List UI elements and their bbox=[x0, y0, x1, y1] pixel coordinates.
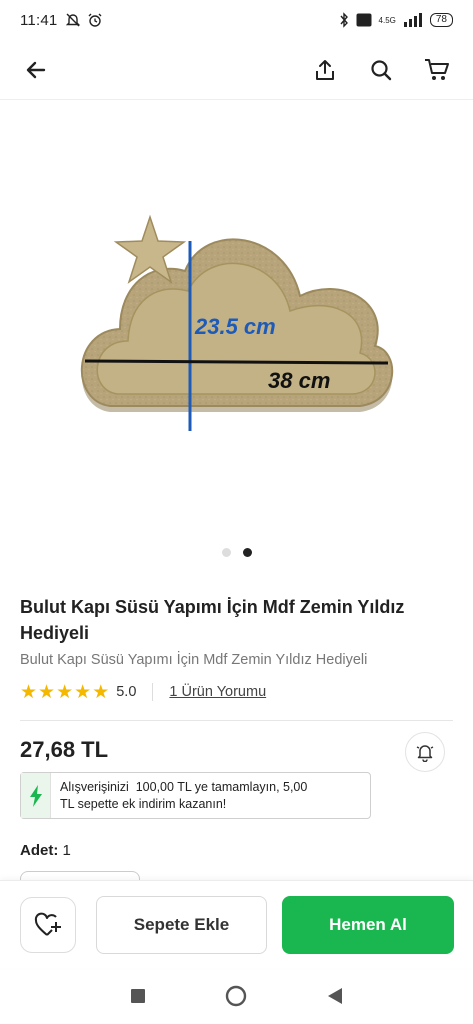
share-button[interactable] bbox=[309, 54, 341, 86]
dimension-height-label: 23.5 cm bbox=[194, 314, 276, 339]
add-to-favorites-button[interactable] bbox=[20, 897, 76, 953]
product-image: 23.5 cm 38 cm bbox=[80, 214, 394, 431]
cart-icon bbox=[425, 58, 449, 80]
rating-score: 5.0 bbox=[116, 684, 137, 700]
product-price: 27,68 TL bbox=[20, 737, 109, 762]
star-icon: ★ bbox=[92, 681, 110, 703]
lightning-icon bbox=[21, 773, 51, 818]
product-image-gallery[interactable]: 23.5 cm 38 cm bbox=[0, 101, 473, 571]
battery-indicator: 78 bbox=[429, 13, 453, 27]
quantity-title: Adet: bbox=[20, 842, 59, 859]
app-bar bbox=[0, 40, 473, 100]
rating-row: ★ ★ ★ ★ ★ 5.0 1 Ürün Yorumu bbox=[20, 681, 266, 703]
promo-line-1: Alışverişinizi 100,00 TL ye tamamlayın, … bbox=[60, 779, 308, 794]
cart-button[interactable] bbox=[421, 54, 453, 86]
gallery-dot-active[interactable] bbox=[242, 548, 252, 557]
mute-bell-icon bbox=[66, 13, 81, 27]
bluetooth-icon bbox=[339, 12, 348, 28]
signal-icon bbox=[403, 13, 422, 27]
recents-icon[interactable] bbox=[130, 988, 146, 1004]
arrow-left-icon bbox=[26, 61, 46, 78]
product-subtitle: Bulut Kapı Süsü Yapımı İçin Mdf Zemin Yı… bbox=[20, 652, 368, 668]
network-type: 4.5G bbox=[378, 15, 396, 25]
gallery-dot[interactable] bbox=[221, 548, 231, 557]
status-time: 11:41 bbox=[20, 11, 58, 29]
divider bbox=[20, 720, 453, 721]
volte-icon bbox=[356, 13, 372, 27]
star-icon: ★ bbox=[20, 681, 38, 703]
star-icon: ★ bbox=[74, 681, 92, 703]
divider bbox=[152, 683, 154, 701]
alarm-icon bbox=[88, 13, 102, 27]
dimension-width-label: 38 cm bbox=[268, 368, 330, 393]
back-nav-icon[interactable] bbox=[327, 987, 343, 1005]
add-to-cart-button[interactable]: Sepete Ekle bbox=[96, 896, 267, 954]
product-title: Bulut Kapı Süsü Yapımı İçin Mdf Zemin Yı… bbox=[20, 597, 405, 643]
rating-stars: ★ ★ ★ ★ ★ bbox=[20, 683, 109, 702]
bell-plus-icon bbox=[416, 745, 434, 762]
bottom-action-bar: Sepete Ekle Hemen Al bbox=[0, 880, 473, 968]
reviews-link[interactable]: 1 Ürün Yorumu bbox=[169, 684, 266, 700]
share-icon bbox=[316, 59, 334, 80]
quantity-label: Adet: 1 bbox=[20, 842, 71, 859]
gallery-pagination bbox=[0, 548, 473, 557]
system-nav-bar bbox=[0, 968, 473, 1024]
promo-line-2: TL sepette ek indirim kazanın! bbox=[60, 796, 227, 811]
buy-now-button[interactable]: Hemen Al bbox=[282, 896, 454, 954]
home-icon[interactable] bbox=[225, 985, 247, 1007]
search-button[interactable] bbox=[365, 54, 397, 86]
search-icon bbox=[371, 59, 392, 80]
price-alert-button[interactable] bbox=[405, 732, 445, 772]
back-button[interactable] bbox=[20, 54, 52, 86]
star-icon: ★ bbox=[38, 681, 56, 703]
quantity-value: 1 bbox=[62, 842, 71, 859]
status-bar: 11:41 4.5G 78 bbox=[0, 0, 473, 40]
heart-plus-icon bbox=[34, 912, 61, 936]
star-icon: ★ bbox=[56, 681, 74, 703]
promo-banner: Alışverişinizi 100,00 TL ye tamamlayın, … bbox=[20, 772, 371, 819]
